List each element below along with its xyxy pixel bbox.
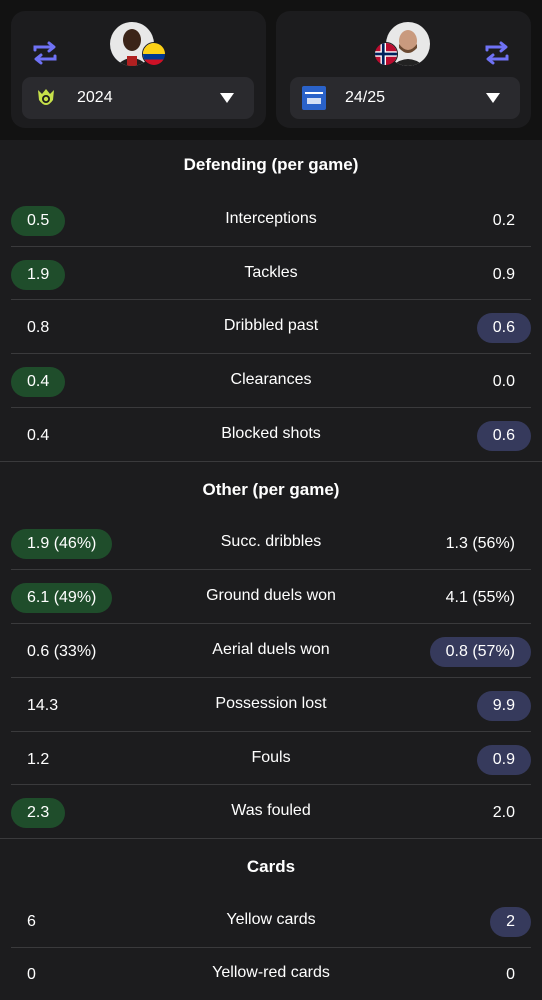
right-value: 0.0 [492, 373, 515, 390]
eredivisie-icon [302, 86, 326, 110]
section-title-defending: Defending (per game) [183, 155, 359, 174]
stat-label: Dribbled past [223, 317, 319, 334]
colombia-flag-icon [142, 42, 166, 66]
chevron-down-icon [486, 93, 500, 103]
stat-label: Interceptions [225, 210, 317, 227]
brasileirao-icon [38, 89, 54, 105]
right-value: 2.0 [492, 804, 515, 821]
right-player-card: 24/25 [276, 11, 531, 128]
player-selector-header: 2024 24/25 [0, 0, 542, 140]
stat-row-blocked-shots: 0.4 Blocked shots 0.6 [0, 408, 542, 462]
stat-label: Clearances [230, 371, 312, 388]
section-title-cards: Cards [246, 857, 296, 876]
right-value: 0 [506, 966, 515, 983]
right-value: 9.9 [476, 691, 531, 721]
right-value: 2 [490, 907, 531, 937]
left-player-card: 2024 [11, 11, 266, 128]
stat-row-ground-duels-won: 6.1 (49%) Ground duels won 4.1 (55%) [0, 570, 542, 624]
stat-label: Yellow-red cards [212, 964, 330, 981]
right-value: 0.6 [476, 313, 531, 343]
left-season-dropdown[interactable]: 2024 [22, 77, 254, 119]
right-value: 0.8 (57%) [429, 637, 531, 667]
right-season-dropdown[interactable]: 24/25 [290, 77, 520, 119]
right-value: 0.9 [476, 745, 531, 775]
chevron-down-icon [220, 93, 234, 103]
section-divider [0, 461, 542, 462]
right-value: 0.2 [492, 212, 515, 229]
stat-label: Yellow cards [226, 911, 316, 928]
stat-label: Blocked shots [221, 425, 321, 442]
right-value: 4.1 (55%) [445, 589, 515, 606]
stat-label: Was fouled [231, 802, 311, 819]
stat-label: Possession lost [215, 695, 327, 712]
swap-arrows-icon[interactable] [30, 38, 60, 68]
stat-row-was-fouled: 2.3 Was fouled 2.0 [0, 785, 542, 839]
right-value: 0.9 [492, 266, 515, 283]
right-season-value: 24/25 [345, 89, 386, 106]
swap-arrows-icon[interactable] [482, 38, 512, 68]
stat-label: Fouls [251, 749, 291, 766]
right-value: 0.6 [476, 421, 531, 451]
stat-row-aerial-duels-won: 0.6 (33%) Aerial duels won 0.8 (57%) [0, 624, 542, 678]
stat-row-fouls: 1.2 Fouls 0.9 [0, 732, 542, 786]
left-season-value: 2024 [77, 89, 113, 106]
stat-row-possession-lost: 14.3 Possession lost 9.9 [0, 678, 542, 732]
stat-row-clearances: 0.4 Clearances 0.0 [0, 354, 542, 408]
stat-row-succ-dribbles: 1.9 (46%) Succ. dribbles 1.3 (56%) [0, 516, 542, 570]
stat-row-dribbled-past: 0.8 Dribbled past 0.6 [0, 300, 542, 354]
section-divider [0, 838, 542, 839]
norway-flag-icon [374, 42, 398, 66]
stat-row-yellow-cards: 6 Yellow cards 2 [0, 894, 542, 948]
stat-row-interceptions: 0.5 Interceptions 0.2 [0, 193, 542, 247]
stat-row-yellow-red-cards: 0 Yellow-red cards 0 [0, 947, 542, 1000]
stat-label: Tackles [244, 264, 298, 281]
section-title-other: Other (per game) [202, 480, 340, 499]
right-value: 1.3 (56%) [445, 535, 515, 552]
stat-row-tackles: 1.9 Tackles 0.9 [0, 247, 542, 301]
